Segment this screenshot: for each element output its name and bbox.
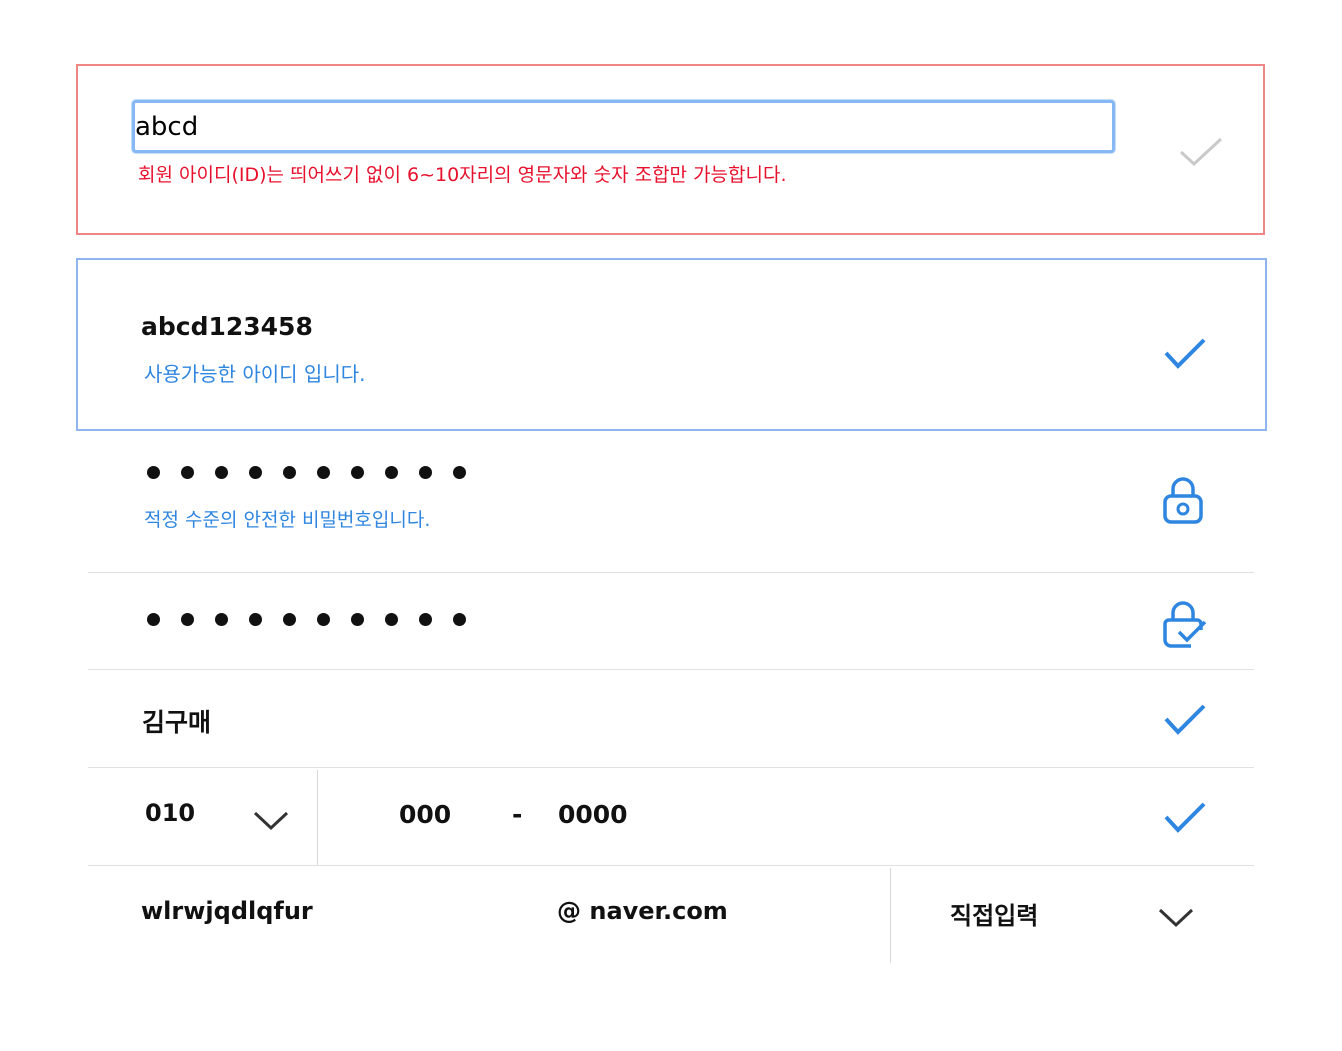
password-dot <box>453 613 466 626</box>
password-dot <box>283 613 296 626</box>
password-dot <box>419 613 432 626</box>
name-value[interactable]: 김구매 <box>142 703 211 739</box>
check-icon <box>1164 704 1206 735</box>
divider <box>88 572 1254 573</box>
id-value[interactable]: abcd123458 <box>141 312 313 341</box>
password-strength-message: 적정 수준의 안전한 비밀번호입니다. <box>144 509 431 531</box>
check-icon <box>1179 137 1223 167</box>
password-dot <box>419 466 432 479</box>
check-icon <box>1164 338 1206 369</box>
password-input[interactable] <box>147 466 487 479</box>
password-dot <box>317 613 330 626</box>
password-dot <box>351 613 364 626</box>
phone-last-input[interactable]: 0000 <box>558 800 628 829</box>
phone-middle-input[interactable]: 000 <box>399 800 451 829</box>
phone-divider <box>317 770 318 865</box>
password-dot <box>249 613 262 626</box>
email-local-input[interactable]: wlrwjqdlqfur <box>141 897 313 925</box>
phone-separator: - <box>512 800 523 829</box>
divider <box>88 767 1254 768</box>
password-dot <box>181 613 194 626</box>
chevron-down-icon[interactable] <box>1157 905 1195 929</box>
check-icon <box>1164 802 1206 833</box>
password-dot <box>147 613 160 626</box>
password-dot <box>249 466 262 479</box>
id-input[interactable] <box>132 100 1115 153</box>
id-error-message: 회원 아이디(ID)는 띄어쓰기 없이 6~10자리의 영문자와 숫자 조합만 … <box>138 164 787 186</box>
password-dot <box>385 466 398 479</box>
divider <box>88 865 1254 866</box>
email-divider <box>890 868 891 963</box>
chevron-down-icon[interactable] <box>252 808 290 832</box>
password-confirm-input[interactable] <box>147 613 487 626</box>
password-dot <box>283 466 296 479</box>
lock-check-icon <box>1163 601 1207 648</box>
password-dot <box>351 466 364 479</box>
email-domain: @ naver.com <box>557 897 728 925</box>
lock-icon <box>1163 477 1203 524</box>
id-valid-message: 사용가능한 아이디 입니다. <box>144 362 366 386</box>
password-dot <box>147 466 160 479</box>
password-dot <box>453 466 466 479</box>
password-dot <box>215 613 228 626</box>
phone-prefix-select[interactable]: 010 <box>145 799 195 827</box>
email-domain-select[interactable]: 직접입력 <box>950 896 1038 931</box>
password-dot <box>181 466 194 479</box>
password-dot <box>215 466 228 479</box>
id-field-valid-container <box>76 258 1267 431</box>
password-dot <box>385 613 398 626</box>
password-dot <box>317 466 330 479</box>
divider <box>88 669 1254 670</box>
